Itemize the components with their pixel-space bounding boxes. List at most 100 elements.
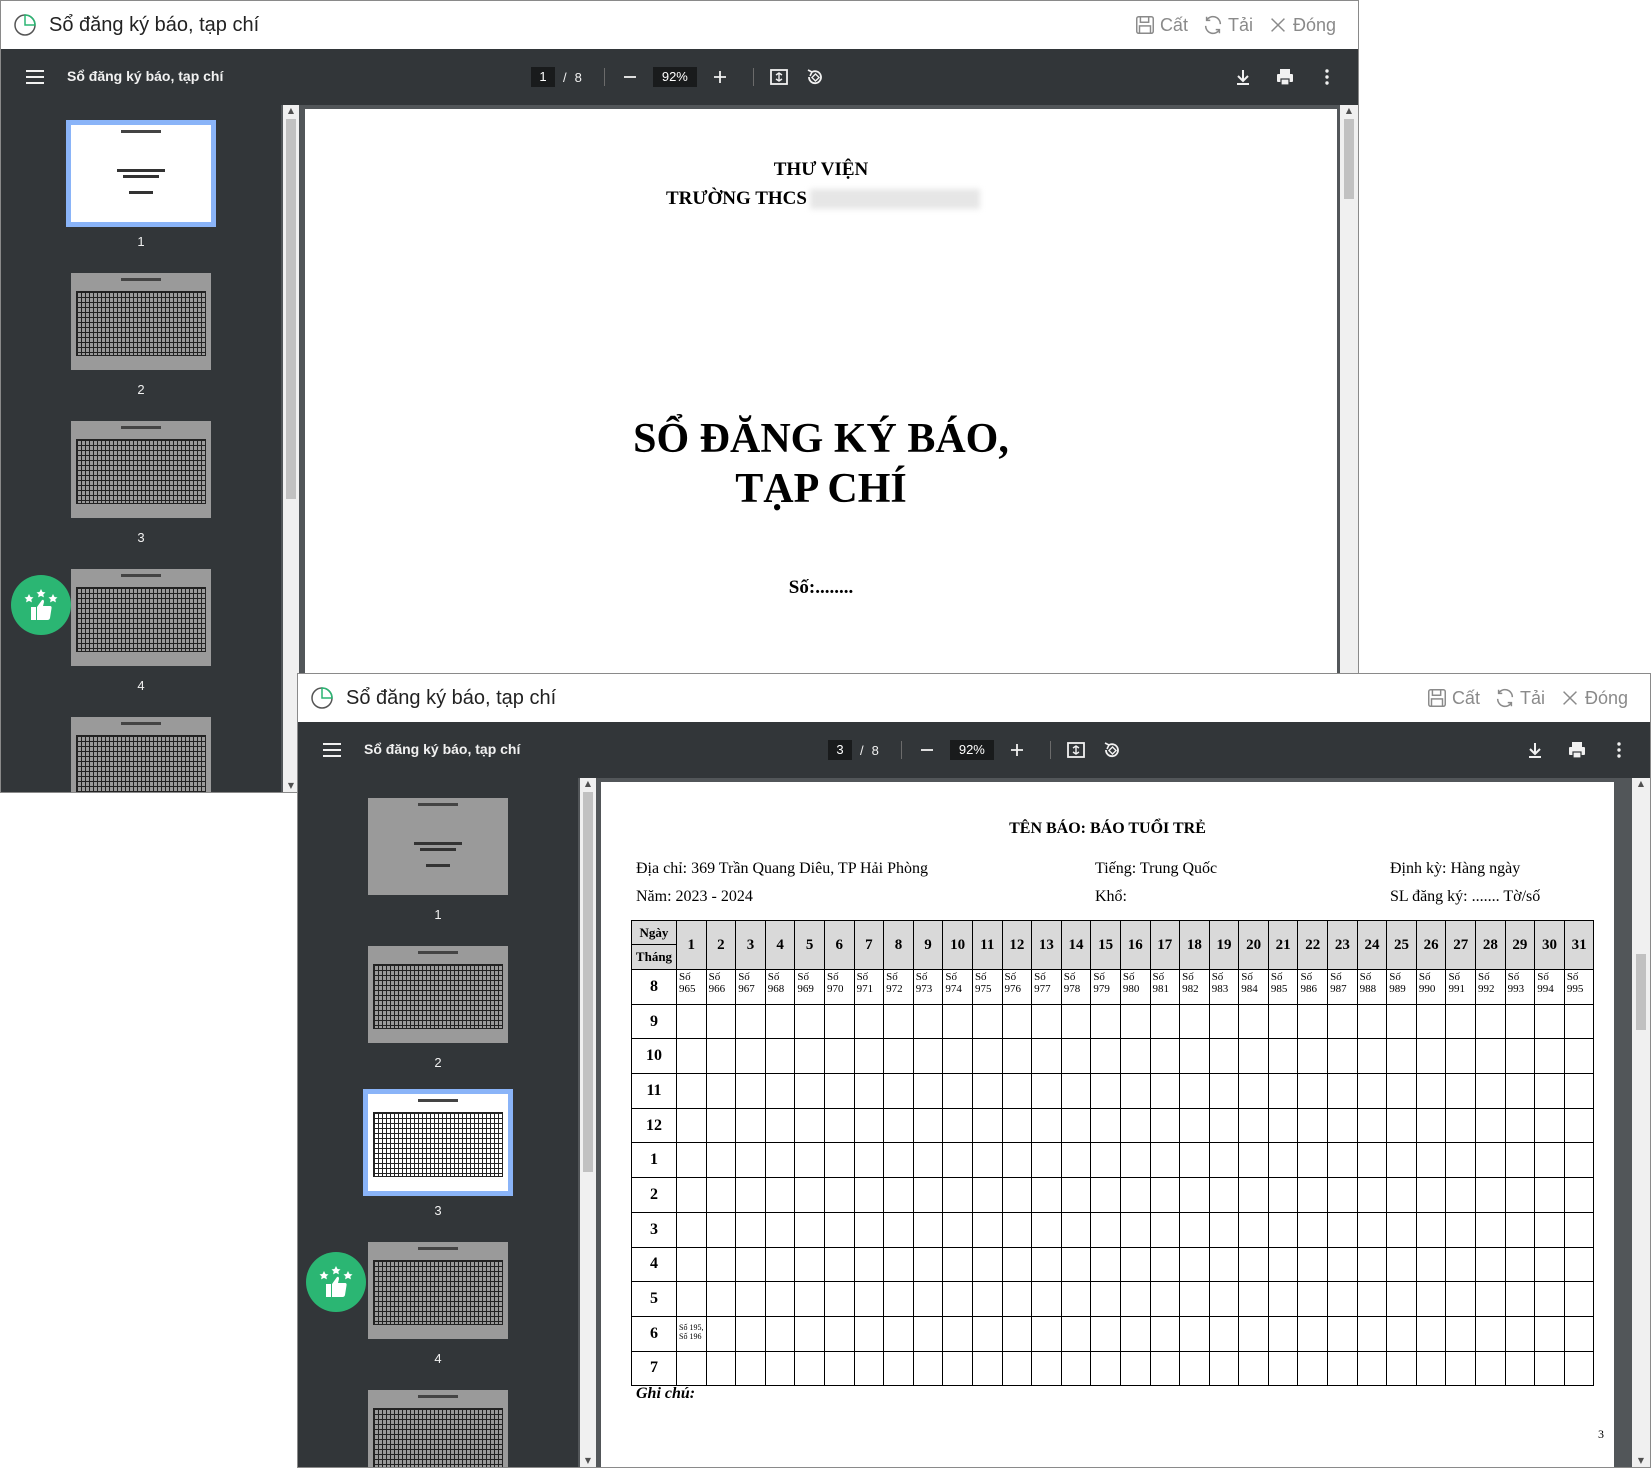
register-cell[interactable] (1060, 1350, 1092, 1387)
register-cell[interactable] (1386, 1281, 1417, 1317)
register-cell[interactable] (1415, 1211, 1447, 1248)
register-cell[interactable] (912, 1107, 944, 1144)
register-cell[interactable] (1386, 1246, 1417, 1283)
register-cell[interactable] (705, 1142, 737, 1179)
register-cell[interactable] (1031, 1142, 1062, 1179)
register-cell[interactable] (1060, 1246, 1092, 1283)
register-cell[interactable] (942, 1142, 973, 1179)
register-cell[interactable] (1534, 1246, 1565, 1283)
register-cell[interactable] (912, 1038, 944, 1075)
register-cell[interactable]: Số 982 (1179, 969, 1210, 1005)
register-cell[interactable] (1060, 1211, 1092, 1248)
thumbnail-page-4[interactable]: 4 (71, 569, 211, 693)
register-cell[interactable] (735, 1211, 766, 1248)
register-cell[interactable] (971, 1177, 1003, 1213)
register-cell[interactable] (1031, 1107, 1062, 1144)
register-cell[interactable] (1238, 1142, 1269, 1179)
register-cell[interactable] (1297, 1073, 1329, 1109)
print-button[interactable] (1566, 739, 1588, 761)
register-cell[interactable] (1001, 1107, 1033, 1144)
register-cell[interactable] (794, 1315, 825, 1352)
register-cell[interactable] (1563, 1315, 1595, 1352)
register-cell[interactable] (971, 1315, 1003, 1352)
register-cell[interactable] (1415, 1177, 1447, 1213)
register-cell[interactable] (942, 1003, 973, 1040)
register-cell[interactable]: Số 976 (1001, 969, 1033, 1005)
register-cell[interactable]: Số 977 (1031, 969, 1062, 1005)
register-cell[interactable] (1149, 1107, 1181, 1144)
register-cell[interactable]: Số 971 (853, 969, 885, 1005)
register-cell[interactable] (912, 1003, 944, 1040)
register-cell[interactable]: Số 969 (794, 969, 825, 1005)
register-cell[interactable] (1267, 1177, 1299, 1213)
register-cell[interactable] (1445, 1246, 1477, 1283)
register-cell[interactable] (1238, 1350, 1269, 1387)
register-cell[interactable]: Số 978 (1060, 969, 1092, 1005)
register-cell[interactable] (971, 1038, 1003, 1075)
register-cell[interactable] (853, 1073, 885, 1109)
more-options-button[interactable] (1608, 739, 1630, 761)
register-cell[interactable] (942, 1211, 973, 1248)
fit-page-button[interactable] (768, 66, 790, 88)
register-cell[interactable] (705, 1211, 737, 1248)
register-cell[interactable] (1297, 1211, 1329, 1248)
register-cell[interactable]: Số 992 (1475, 969, 1506, 1005)
register-cell[interactable] (1386, 1107, 1417, 1144)
register-cell[interactable] (676, 1246, 707, 1283)
register-cell[interactable] (1386, 1038, 1417, 1075)
register-cell[interactable]: Số 195, Số 196 (676, 1315, 707, 1352)
register-cell[interactable] (883, 1142, 914, 1179)
register-cell[interactable] (764, 1003, 796, 1040)
register-cell[interactable] (853, 1177, 885, 1213)
register-cell[interactable] (1475, 1177, 1506, 1213)
register-cell[interactable] (1267, 1246, 1299, 1283)
register-cell[interactable] (1031, 1246, 1062, 1283)
register-cell[interactable] (735, 1107, 766, 1144)
register-cell[interactable] (1356, 1142, 1388, 1179)
register-cell[interactable] (1001, 1350, 1033, 1387)
register-cell[interactable]: Số 968 (764, 969, 796, 1005)
register-cell[interactable] (764, 1107, 796, 1144)
register-cell[interactable] (912, 1281, 944, 1317)
register-cell[interactable] (1504, 1350, 1536, 1387)
register-cell[interactable] (1534, 1003, 1565, 1040)
page-number-input[interactable]: 1 (531, 67, 555, 87)
register-cell[interactable] (1149, 1281, 1181, 1317)
register-cell[interactable]: Số 967 (735, 969, 766, 1005)
register-cell[interactable] (823, 1350, 855, 1387)
register-cell[interactable] (853, 1038, 885, 1075)
register-cell[interactable] (705, 1281, 737, 1317)
register-cell[interactable] (971, 1073, 1003, 1109)
register-cell[interactable] (1475, 1211, 1506, 1248)
register-cell[interactable] (1090, 1350, 1121, 1387)
register-cell[interactable]: Số 965 (676, 969, 707, 1005)
register-cell[interactable] (705, 1350, 737, 1387)
register-cell[interactable] (1149, 1315, 1181, 1352)
scrollbar-thumb[interactable] (286, 119, 296, 499)
register-cell[interactable]: Số 966 (705, 969, 737, 1005)
register-cell[interactable] (1060, 1073, 1092, 1109)
register-cell[interactable] (1534, 1073, 1565, 1109)
register-cell[interactable] (1179, 1003, 1210, 1040)
register-cell[interactable] (1327, 1281, 1358, 1317)
register-cell[interactable] (735, 1246, 766, 1283)
register-cell[interactable] (1534, 1177, 1565, 1213)
register-cell[interactable] (1149, 1350, 1181, 1387)
scroll-down-arrow[interactable]: ▼ (580, 1455, 596, 1467)
register-cell[interactable] (1563, 1073, 1595, 1109)
register-cell[interactable] (1267, 1315, 1299, 1352)
register-cell[interactable] (942, 1073, 973, 1109)
register-cell[interactable] (1504, 1107, 1536, 1144)
close-button[interactable]: Đóng (1559, 687, 1628, 709)
download-button[interactable] (1232, 66, 1254, 88)
rating-button[interactable] (306, 1252, 366, 1312)
register-cell[interactable] (853, 1315, 885, 1352)
register-cell[interactable] (883, 1350, 914, 1387)
register-cell[interactable] (883, 1107, 914, 1144)
register-cell[interactable] (1090, 1281, 1121, 1317)
register-cell[interactable] (794, 1038, 825, 1075)
register-cell[interactable] (735, 1177, 766, 1213)
register-cell[interactable] (1327, 1177, 1358, 1213)
register-cell[interactable] (1356, 1177, 1388, 1213)
register-cell[interactable] (883, 1211, 914, 1248)
